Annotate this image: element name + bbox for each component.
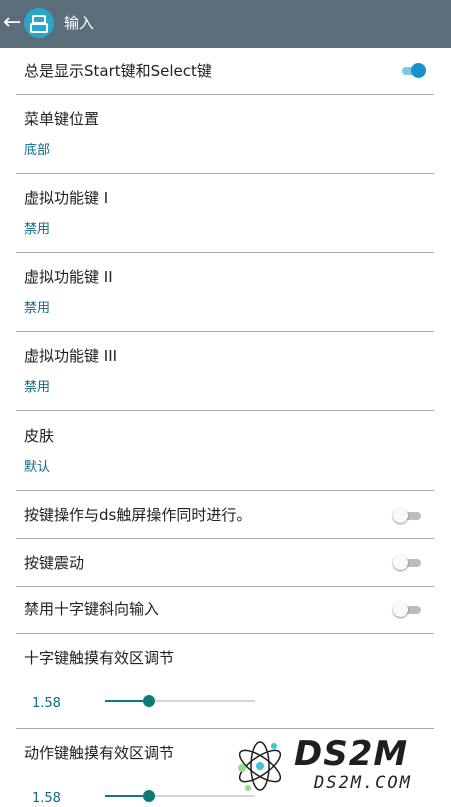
watermark-brand: DS2M — [294, 734, 409, 774]
setting-label: 菜单键位置 — [24, 110, 100, 128]
setting-label: 皮肤 — [24, 427, 55, 445]
disable-dpad-diagonal-switch[interactable] — [393, 599, 423, 621]
setting-menu-key-position[interactable]: 菜单键位置 底部 — [0, 95, 451, 173]
simultaneous-touch-switch[interactable] — [393, 505, 423, 527]
setting-value: 禁用 — [24, 380, 51, 395]
dpad-touch-area-slider[interactable] — [105, 694, 255, 708]
slider-value: 1.58 — [32, 696, 61, 711]
atom-logo-icon — [238, 741, 282, 791]
setting-label: 虚拟功能键 II — [24, 268, 113, 286]
setting-disable-dpad-diagonal[interactable]: 禁用十字键斜向输入 — [0, 587, 451, 633]
setting-label: 按键操作与ds触屏操作同时进行。 — [24, 506, 252, 524]
slider-value: 1.58 — [32, 791, 61, 806]
slider-thumb[interactable] — [143, 790, 155, 802]
setting-dpad-touch-area: 十字键触摸有效区调节 1.58 — [0, 634, 451, 728]
setting-label: 虚拟功能键 III — [24, 347, 118, 365]
watermark-site: DS2M.COM — [314, 773, 412, 793]
setting-virtual-key-2[interactable]: 虚拟功能键 II 禁用 — [0, 253, 451, 331]
watermark: DS2M DS2M.COM — [228, 734, 448, 798]
slider-thumb[interactable] — [143, 695, 155, 707]
app-bar: ← 输入 — [0, 0, 451, 48]
setting-simultaneous-touch[interactable]: 按键操作与ds触屏操作同时进行。 — [0, 491, 451, 538]
setting-label: 动作键触摸有效区调节 — [24, 744, 175, 762]
setting-value: 禁用 — [24, 301, 51, 316]
setting-label: 总是显示Start键和Select键 — [24, 62, 212, 80]
setting-virtual-key-1[interactable]: 虚拟功能键 I 禁用 — [0, 174, 451, 252]
setting-label: 禁用十字键斜向输入 — [24, 600, 160, 618]
setting-virtual-key-3[interactable]: 虚拟功能键 III 禁用 — [0, 332, 451, 410]
setting-label: 按键震动 — [24, 554, 85, 572]
setting-skin[interactable]: 皮肤 默认 — [0, 411, 451, 490]
setting-label: 虚拟功能键 I — [24, 189, 109, 207]
setting-value: 底部 — [24, 143, 51, 158]
setting-always-show-start-select[interactable]: 总是显示Start键和Select键 — [0, 48, 451, 95]
app-logo-icon — [24, 8, 54, 38]
arrow-left-icon[interactable]: ← — [3, 11, 23, 35]
setting-value: 禁用 — [24, 222, 51, 237]
page-title: 输入 — [64, 14, 95, 32]
key-vibration-switch[interactable] — [393, 552, 423, 574]
setting-value: 默认 — [24, 460, 51, 475]
setting-label: 十字键触摸有效区调节 — [24, 649, 175, 667]
setting-key-vibration[interactable]: 按键震动 — [0, 539, 451, 586]
always-show-start-select-switch[interactable] — [398, 60, 428, 82]
